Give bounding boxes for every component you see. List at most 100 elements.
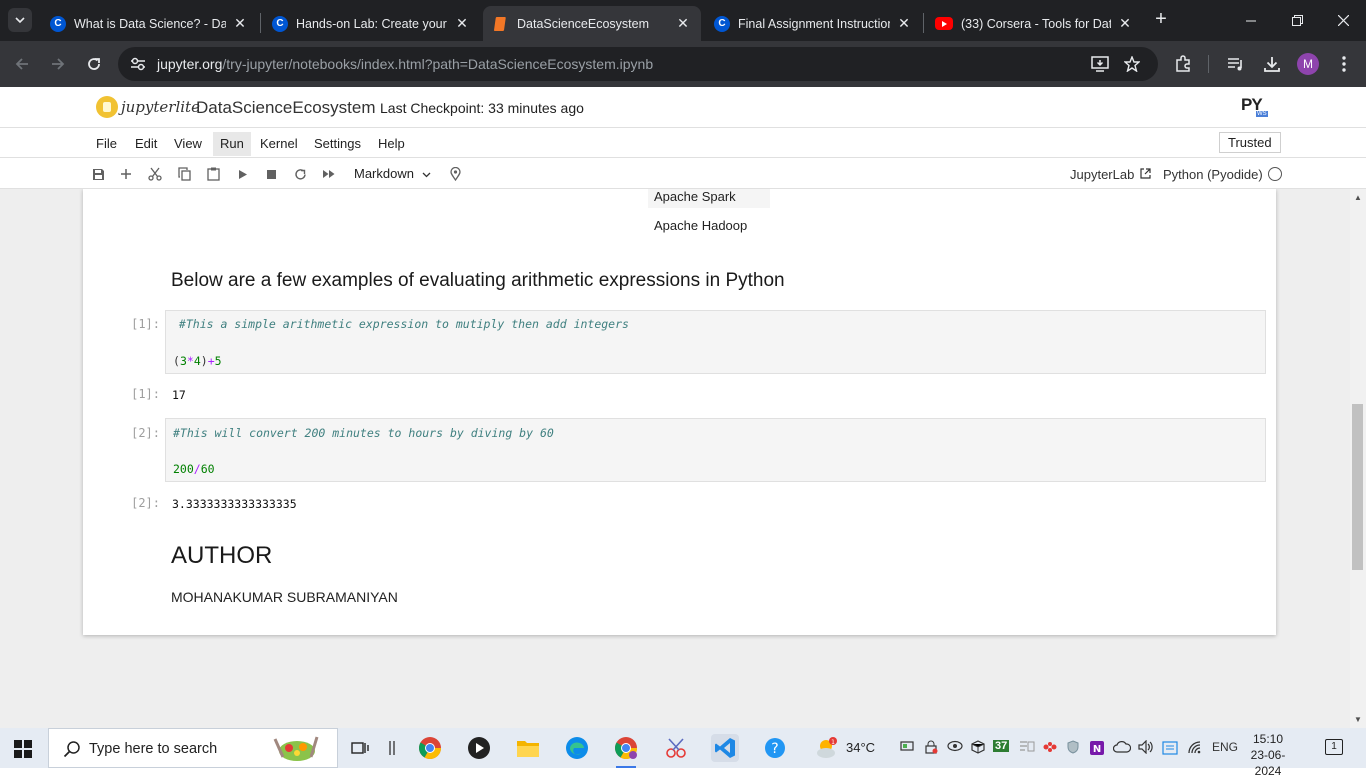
task-view-button[interactable] [346, 734, 374, 762]
windows-taskbar: Type here to search ? 1 34°C 37 N ENG 15… [0, 728, 1366, 778]
save-button[interactable] [89, 165, 107, 183]
open-jupyterlab-link[interactable]: JupyterLab [1070, 167, 1151, 182]
taskbar-chrome-profile[interactable] [612, 734, 640, 768]
tray-badge[interactable]: 37 [993, 740, 1010, 752]
tab-search-button[interactable] [8, 8, 32, 32]
language-indicator[interactable]: ENG [1212, 740, 1238, 754]
menu-edit[interactable]: Edit [128, 132, 164, 156]
address-bar[interactable]: jupyter.org/try-jupyter/notebooks/index.… [118, 47, 1158, 81]
code-token: / [193, 462, 201, 476]
menu-run[interactable]: Run [213, 132, 251, 156]
notebook-title[interactable]: DataScienceEcosystem [196, 98, 376, 118]
copy-cell-button[interactable] [175, 165, 193, 183]
browser-tab-hands-on-lab[interactable]: C Hands-on Lab: Create your Jupyter ✕ [262, 6, 480, 41]
weather-temperature[interactable]: 34°C [846, 740, 875, 755]
notification-count: 1 [1331, 741, 1337, 752]
close-icon[interactable]: ✕ [896, 15, 912, 32]
tray-icon-1[interactable] [900, 740, 914, 755]
author-name: MOHANAKUMAR SUBRAMANIYAN [171, 589, 398, 605]
browser-tab-datascienceecosystem[interactable]: DataScienceEcosystem ✕ [483, 6, 701, 41]
coursera-icon: C [50, 15, 66, 32]
bookmark-button[interactable] [1120, 52, 1144, 76]
cell-type-dropdown[interactable]: Markdown [354, 166, 431, 181]
restart-run-all-button[interactable] [320, 165, 338, 183]
tray-icon-5[interactable] [1019, 740, 1035, 757]
menu-settings[interactable]: Settings [307, 132, 368, 156]
browser-menu-button[interactable] [1332, 52, 1356, 76]
extensions-button[interactable] [1171, 52, 1195, 76]
browser-tab-final-assignment[interactable]: C Final Assignment Instructions ✕ [704, 6, 922, 41]
restart-kernel-button[interactable] [291, 165, 309, 183]
chevron-down-icon [15, 17, 25, 24]
notification-center-button[interactable]: 1 [1325, 739, 1343, 755]
minimize-button[interactable] [1228, 0, 1274, 41]
site-settings-icon[interactable] [130, 57, 146, 71]
jupyterlite-logo[interactable]: jupyterlite [96, 94, 200, 120]
tray-icon-network[interactable] [1112, 740, 1132, 757]
cell-type-value: Markdown [354, 166, 414, 181]
taskbar-media-player[interactable] [465, 734, 493, 762]
tray-icon-onenote[interactable]: N [1089, 740, 1105, 759]
forward-button[interactable] [46, 52, 70, 76]
close-icon[interactable]: ✕ [1117, 15, 1133, 32]
scroll-down-icon[interactable]: ▼ [1353, 715, 1363, 724]
svg-text:1: 1 [831, 739, 835, 746]
notebook-scrollbar[interactable]: ▲ ▼ [1350, 189, 1366, 728]
tray-icon-wifi[interactable] [1187, 740, 1203, 757]
tab-title: What is Data Science? - Data [74, 16, 226, 31]
search-placeholder: Type here to search [89, 741, 218, 757]
url-text: jupyter.org/try-jupyter/notebooks/index.… [157, 56, 653, 72]
taskbar-chrome[interactable] [416, 734, 444, 762]
taskbar-vscode[interactable] [711, 734, 739, 762]
menu-help[interactable]: Help [371, 132, 412, 156]
tray-icon-2[interactable] [924, 740, 938, 757]
taskbar-search-box[interactable]: Type here to search [48, 728, 338, 768]
browser-tab-youtube-corsera[interactable]: (33) Corsera - Tools for Data ✕ [925, 6, 1143, 41]
browser-toolbar: jupyter.org/try-jupyter/notebooks/index.… [0, 41, 1366, 87]
tray-icon-3[interactable] [947, 740, 963, 755]
run-cell-button[interactable] [234, 165, 252, 183]
taskbar-edge[interactable] [563, 734, 591, 762]
weather-widget[interactable]: 1 [812, 734, 840, 762]
taskbar-get-help[interactable]: ? [761, 734, 789, 762]
windows-start-icon[interactable] [14, 740, 32, 758]
downloads-button[interactable] [1260, 52, 1284, 76]
tray-icon-4[interactable] [970, 740, 986, 757]
restore-button[interactable] [1274, 0, 1320, 41]
fast-forward-icon [323, 170, 335, 178]
tray-icon-language-bar[interactable] [1162, 740, 1178, 759]
kernel-name[interactable]: Python (Pyodide) [1163, 167, 1263, 182]
install-app-button[interactable] [1088, 52, 1112, 76]
scrollbar-thumb[interactable] [1352, 404, 1363, 570]
paste-cell-button[interactable] [204, 165, 222, 183]
system-clock[interactable]: 15:10 23-06-2024 [1240, 731, 1296, 779]
back-button[interactable] [10, 52, 34, 76]
game-controller-icon [1043, 742, 1057, 752]
media-control-button[interactable] [1224, 52, 1248, 76]
close-icon[interactable]: ✕ [232, 15, 248, 32]
taskbar-snipping-tool[interactable] [662, 734, 690, 762]
profile-avatar[interactable]: M [1297, 53, 1319, 75]
tray-icon-7[interactable] [1066, 740, 1080, 757]
trusted-indicator[interactable]: Trusted [1219, 132, 1281, 153]
menu-view[interactable]: View [167, 132, 209, 156]
close-icon[interactable]: ✕ [675, 15, 691, 32]
code-cell-2[interactable]: #This will convert 200 minutes to hours … [165, 418, 1266, 482]
tray-icon-volume[interactable] [1138, 739, 1154, 757]
browser-tab-what-is-data-science[interactable]: C What is Data Science? - Data ✕ [40, 6, 258, 41]
taskbar-file-explorer[interactable] [514, 734, 542, 762]
interrupt-kernel-button[interactable] [262, 165, 280, 183]
jupyter-notebook-icon [493, 16, 509, 32]
cut-cell-button[interactable] [146, 165, 164, 183]
close-icon[interactable]: ✕ [454, 15, 470, 32]
close-window-button[interactable] [1320, 0, 1366, 41]
insert-cell-button[interactable] [117, 165, 135, 183]
tray-icon-6[interactable] [1042, 740, 1058, 757]
toc-button[interactable] [446, 165, 464, 183]
reload-button[interactable] [82, 52, 106, 76]
new-tab-button[interactable]: + [1150, 8, 1172, 32]
menu-file[interactable]: File [89, 132, 124, 156]
scroll-up-icon[interactable]: ▲ [1353, 193, 1363, 202]
code-cell-1[interactable]: #This a simple arithmetic expression to … [165, 310, 1266, 374]
menu-kernel[interactable]: Kernel [253, 132, 305, 156]
